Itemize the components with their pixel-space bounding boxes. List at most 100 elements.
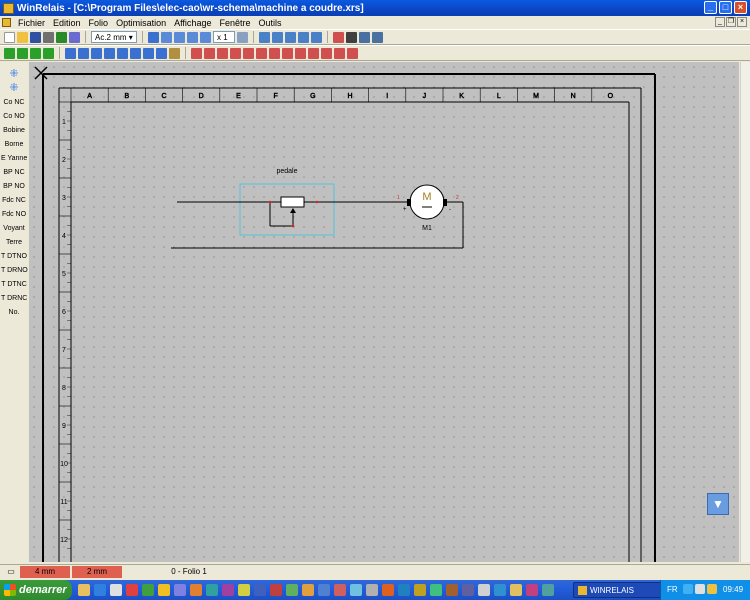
box-icon[interactable] — [243, 47, 254, 59]
sidebar-item-t-dtnc[interactable]: T DTNC — [1, 278, 27, 291]
grid-size-combo[interactable]: Ac.2 mm ▾ — [91, 31, 137, 43]
zoom-fit-icon[interactable] — [200, 31, 211, 43]
sidebar-item-e-vanne[interactable]: E Yanne — [1, 152, 27, 165]
sidebar-item-voyant[interactable]: Voyant — [1, 222, 27, 235]
refresh-icon[interactable] — [56, 31, 67, 43]
bus-icon[interactable] — [117, 47, 128, 59]
zoom-out-icon[interactable] — [174, 31, 185, 43]
sidebar-item-co-nc[interactable]: Co NC — [1, 96, 27, 109]
help-icon[interactable] — [333, 31, 344, 43]
quicklaunch-app24-icon[interactable] — [494, 584, 506, 596]
document-icon[interactable] — [2, 18, 11, 27]
quicklaunch-app6-icon[interactable] — [206, 584, 218, 596]
quicklaunch-ie-icon[interactable] — [94, 584, 106, 596]
zoom-combo[interactable]: x 1 — [213, 31, 235, 43]
circle-icon[interactable] — [256, 47, 267, 59]
polygon-icon[interactable] — [282, 47, 293, 59]
fill-icon[interactable] — [169, 47, 180, 59]
zoom-area-icon[interactable] — [187, 31, 198, 43]
sidebar-item-fdc-no[interactable]: Fdc NO — [1, 208, 27, 221]
quicklaunch-app3-icon[interactable] — [158, 584, 170, 596]
menu-affichage[interactable]: Affichage — [170, 18, 215, 28]
taskbar-item-winrelais[interactable]: WINRELAIS — [573, 582, 665, 598]
properties-icon[interactable] — [69, 31, 80, 43]
quicklaunch-app27-icon[interactable] — [542, 584, 554, 596]
doc-restore-button[interactable]: ❐ — [726, 17, 736, 27]
sidebar-item-fdc-nc[interactable]: Fdc NC — [1, 194, 27, 207]
quicklaunch-app4-icon[interactable] — [174, 584, 186, 596]
quicklaunch-app19-icon[interactable] — [414, 584, 426, 596]
sidebar-item-t-drno[interactable]: T DRNO — [1, 264, 28, 277]
wire-icon[interactable] — [298, 31, 309, 43]
cross-icon[interactable] — [130, 47, 141, 59]
zoom-in-icon[interactable] — [161, 31, 172, 43]
quicklaunch-app10-icon[interactable] — [270, 584, 282, 596]
tray-icon-2[interactable] — [695, 584, 705, 594]
menu-folio[interactable]: Folio — [85, 18, 113, 28]
rect-icon[interactable] — [217, 47, 228, 59]
sidebar-item-bp-nc[interactable]: BP NC — [1, 166, 27, 179]
menu-fichier[interactable]: Fichier — [14, 18, 49, 28]
open-icon[interactable] — [17, 31, 28, 43]
align-icon[interactable] — [259, 31, 270, 43]
quicklaunch-app15-icon[interactable] — [350, 584, 362, 596]
doc-minimize-button[interactable]: _ — [715, 17, 725, 27]
paste-icon[interactable] — [43, 47, 54, 59]
quicklaunch-app5-icon[interactable] — [190, 584, 202, 596]
quicklaunch-app14-icon[interactable] — [334, 584, 346, 596]
lightning-icon[interactable] — [148, 31, 159, 43]
copy-icon[interactable] — [30, 47, 41, 59]
line-v-icon[interactable] — [78, 47, 89, 59]
quicklaunch-app25-icon[interactable] — [510, 584, 522, 596]
line-h-icon[interactable] — [65, 47, 76, 59]
quicklaunch-app-icon[interactable] — [126, 584, 138, 596]
sidebar-item-t-dtno[interactable]: T DTNO — [1, 250, 27, 263]
quicklaunch-app21-icon[interactable] — [446, 584, 458, 596]
junction-icon[interactable] — [143, 47, 154, 59]
menu-outils[interactable]: Outils — [255, 18, 286, 28]
sidebar-item-borne[interactable]: Borne — [1, 138, 27, 151]
rotate-icon[interactable] — [321, 47, 332, 59]
flip-icon[interactable] — [347, 47, 358, 59]
distribute-icon[interactable] — [272, 31, 283, 43]
quicklaunch-desktop-icon[interactable] — [110, 584, 122, 596]
quicklaunch-app23-icon[interactable] — [478, 584, 490, 596]
connect-icon[interactable] — [311, 31, 322, 43]
ground-icon[interactable] — [156, 47, 167, 59]
view-icon[interactable] — [237, 31, 248, 43]
scroll-down-icon[interactable]: ▼ — [707, 493, 729, 515]
vertical-scrollbar[interactable] — [740, 62, 750, 562]
delete-icon[interactable] — [285, 31, 296, 43]
select-icon[interactable] — [4, 47, 15, 59]
doc-close-button[interactable]: × — [737, 17, 747, 27]
sidebar-item-t-drnc[interactable]: T DRNC — [1, 292, 27, 305]
quicklaunch-app9-icon[interactable] — [254, 584, 266, 596]
tray-icon-3[interactable] — [707, 584, 717, 594]
menu-optimisation[interactable]: Optimisation — [112, 18, 170, 28]
new-icon[interactable] — [4, 31, 15, 43]
sidebar-item-terre[interactable]: Terre — [1, 236, 27, 249]
label-icon[interactable] — [204, 47, 215, 59]
sidebar-item-number[interactable]: No. — [1, 306, 27, 319]
sidebar-item-co-no[interactable]: Co NO — [1, 110, 27, 123]
quicklaunch-app22-icon[interactable] — [462, 584, 474, 596]
minimize-button[interactable]: _ — [704, 1, 717, 14]
language-indicator[interactable]: FR — [667, 585, 678, 594]
frame-icon[interactable] — [230, 47, 241, 59]
sidebar-item-bobine[interactable]: Bobine — [1, 124, 27, 137]
quicklaunch-app11-icon[interactable] — [286, 584, 298, 596]
arc-icon[interactable] — [269, 47, 280, 59]
quicklaunch-app20-icon[interactable] — [430, 584, 442, 596]
library-icon[interactable] — [359, 31, 370, 43]
quicklaunch-app7-icon[interactable] — [222, 584, 234, 596]
mirror-icon[interactable] — [334, 47, 345, 59]
quicklaunch-app16-icon[interactable] — [366, 584, 378, 596]
quicklaunch-app13-icon[interactable] — [318, 584, 330, 596]
quicklaunch-app18-icon[interactable] — [398, 584, 410, 596]
link-icon[interactable] — [308, 47, 319, 59]
maximize-button[interactable]: □ — [719, 1, 732, 14]
quicklaunch-app17-icon[interactable] — [382, 584, 394, 596]
print-icon[interactable] — [43, 31, 54, 43]
quicklaunch-app12-icon[interactable] — [302, 584, 314, 596]
find-icon[interactable] — [346, 31, 357, 43]
